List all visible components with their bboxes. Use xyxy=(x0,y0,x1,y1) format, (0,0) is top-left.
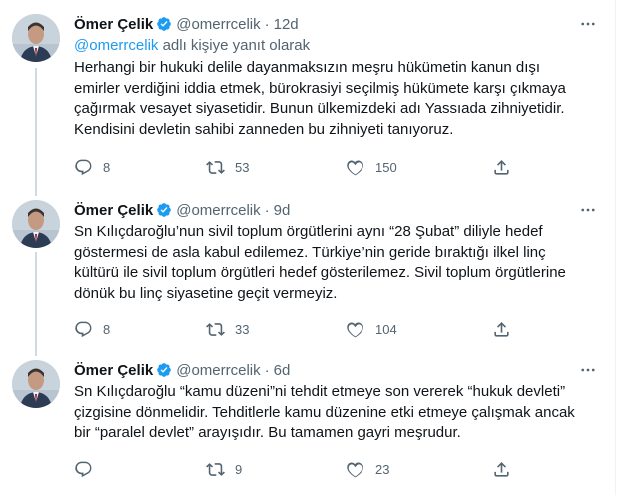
timestamp[interactable]: 9d xyxy=(274,202,291,219)
separator-dot: · xyxy=(264,201,270,219)
author-handle[interactable]: @omerrcelik xyxy=(176,16,260,33)
tweet-text: Sn Kılıçdaroğlu’nun sivil toplum örgütle… xyxy=(74,222,598,304)
share-icon xyxy=(492,158,511,177)
separator-dot: · xyxy=(264,361,270,379)
tweet-text-line: göstermesi de asla kabul edilemez. Türki… xyxy=(74,243,546,261)
timestamp[interactable]: 12d xyxy=(274,16,299,33)
reply-count: 8 xyxy=(103,322,111,337)
tweet-text-line: kültürü ile sivil toplum örgütleri hedef… xyxy=(74,264,566,281)
more-icon[interactable] xyxy=(578,200,598,220)
like-count: 23 xyxy=(375,462,390,477)
reply-button[interactable]: 8 xyxy=(74,320,110,339)
tweet[interactable]: Ömer Çelik @omerrcelik · 6d Sn Kılıçdaro… xyxy=(0,348,616,495)
tweet-text-line: emirler verdiğini iddia etmek, bürokrasi… xyxy=(74,79,566,97)
tweet-text: Sn Kılıçdaroğlu “kamu düzeni”ni tehdit e… xyxy=(74,382,598,444)
retweet-count: 33 xyxy=(235,322,250,337)
like-icon xyxy=(346,320,365,339)
avatar[interactable] xyxy=(12,360,60,408)
author-name[interactable]: Ömer Çelik xyxy=(74,16,153,33)
tweet-text-line: çizgisine dönmelidir. Tehditlerle kamu d… xyxy=(74,403,575,421)
more-icon[interactable] xyxy=(578,360,598,380)
tweet-text-line: bir “paralel devlet” arayışıdır. Bu tama… xyxy=(74,424,461,441)
reply-to-suffix: adlı kişiye yanıt olarak xyxy=(158,37,311,54)
retweet-count: 9 xyxy=(235,462,243,477)
share-icon xyxy=(492,320,511,339)
timeline-frame: Ömer Çelik @omerrcelik · 12d @omerrcelik… xyxy=(0,0,616,495)
tweet-text-line: Sn Kılıçdaroğlu “kamu düzeni”ni tehdit e… xyxy=(74,383,566,400)
tweet[interactable]: Ömer Çelik @omerrcelik · 12d @omerrcelik… xyxy=(0,0,616,192)
author-name[interactable]: Ömer Çelik xyxy=(74,202,153,219)
tweet-text-line: dönük bu linç siyasetine geçit vermeyiz. xyxy=(74,284,338,302)
tweet-text-line: çağırmak vesayet siyasetidir. Bunun ülke… xyxy=(74,100,565,117)
more-icon[interactable] xyxy=(578,14,598,34)
separator-dot: · xyxy=(264,15,270,33)
reply-handle-link[interactable]: @omerrcelik xyxy=(74,37,158,54)
like-count: 150 xyxy=(375,160,397,175)
tweet-text-line: Kendisini devletin sahibi zanneden bu zi… xyxy=(74,120,454,138)
retweet-button[interactable]: 9 xyxy=(206,460,242,479)
reply-button[interactable] xyxy=(74,460,103,479)
share-icon xyxy=(492,460,511,479)
reply-icon xyxy=(74,158,93,177)
verified-badge-icon xyxy=(156,202,172,218)
retweet-icon xyxy=(206,320,225,339)
share-button[interactable] xyxy=(492,158,521,177)
tweet-header: Ömer Çelik @omerrcelik · 12d xyxy=(74,14,598,34)
avatar[interactable] xyxy=(12,14,60,62)
reply-icon xyxy=(74,460,93,479)
replying-to: @omerrcelik adlı kişiye yanıt olarak xyxy=(74,36,598,56)
like-button[interactable]: 150 xyxy=(346,158,397,177)
reply-count: 8 xyxy=(103,160,111,175)
verified-badge-icon xyxy=(156,362,172,378)
share-button[interactable] xyxy=(492,320,521,339)
like-button[interactable]: 104 xyxy=(346,320,397,339)
tweet-text-line: Herhangi bir hukuki delile dayanmaksızın… xyxy=(74,59,541,76)
like-count: 104 xyxy=(375,322,397,337)
tweet-text-line: Sn Kılıçdaroğlu’nun sivil toplum örgütle… xyxy=(74,223,543,240)
retweet-count: 53 xyxy=(235,160,250,175)
avatar[interactable] xyxy=(12,200,60,248)
reply-button[interactable]: 8 xyxy=(74,158,110,177)
tweet-header: Ömer Çelik @omerrcelik · 9d xyxy=(74,200,598,220)
author-handle[interactable]: @omerrcelik xyxy=(176,362,260,379)
like-icon xyxy=(346,460,365,479)
tweet-header: Ömer Çelik @omerrcelik · 6d xyxy=(74,360,598,380)
tweet[interactable]: Ömer Çelik @omerrcelik · 9d Sn Kılıçdaro… xyxy=(0,192,616,348)
like-button[interactable]: 23 xyxy=(346,460,389,479)
retweet-icon xyxy=(206,460,225,479)
retweet-icon xyxy=(206,158,225,177)
share-button[interactable] xyxy=(492,460,521,479)
reply-icon xyxy=(74,320,93,339)
verified-badge-icon xyxy=(156,16,172,32)
author-handle[interactable]: @omerrcelik xyxy=(176,202,260,219)
author-name[interactable]: Ömer Çelik xyxy=(74,362,153,379)
timestamp[interactable]: 6d xyxy=(274,362,291,379)
retweet-button[interactable]: 53 xyxy=(206,158,249,177)
retweet-button[interactable]: 33 xyxy=(206,320,249,339)
tweet-text: Herhangi bir hukuki delile dayanmaksızın… xyxy=(74,58,598,140)
like-icon xyxy=(346,158,365,177)
